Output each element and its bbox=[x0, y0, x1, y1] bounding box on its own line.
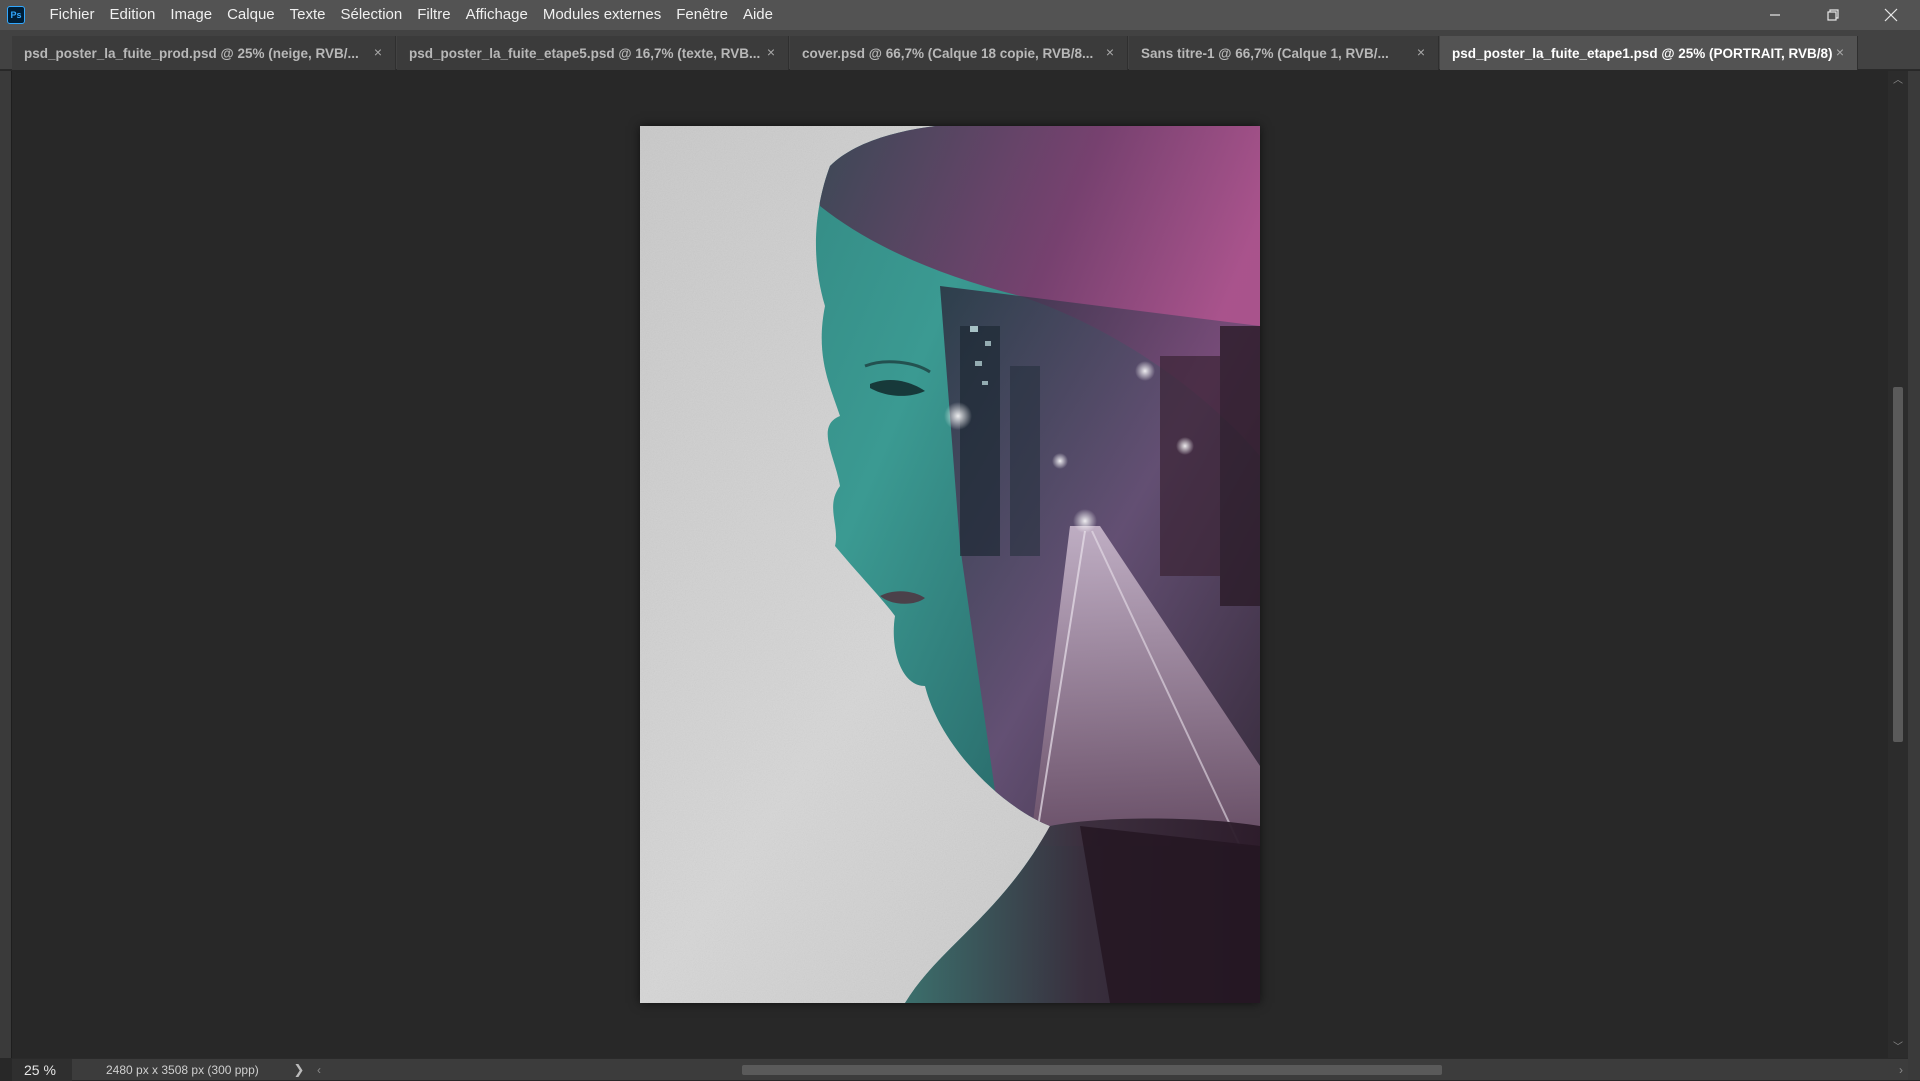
menu-affichage[interactable]: Affichage bbox=[458, 0, 535, 30]
menu-fichier[interactable]: Fichier bbox=[42, 0, 102, 30]
menu-edition[interactable]: Edition bbox=[102, 0, 163, 30]
close-icon bbox=[1884, 8, 1898, 22]
document-canvas[interactable] bbox=[640, 126, 1260, 1003]
vertical-scrollbar[interactable]: ︿ ﹀ bbox=[1888, 71, 1908, 1058]
restore-button[interactable] bbox=[1804, 0, 1862, 30]
menu-calque[interactable]: Calque bbox=[220, 0, 283, 30]
menu-fenetre[interactable]: Fenêtre bbox=[669, 0, 736, 30]
vertical-scroll-thumb[interactable] bbox=[1893, 387, 1903, 742]
document-info: 2480 px x 3508 px (300 ppp) bbox=[106, 1062, 259, 1077]
tab-document-1[interactable]: psd_poster_la_fuite_prod.psd @ 25% (neig… bbox=[12, 36, 396, 70]
tab-close-icon[interactable]: × bbox=[1414, 45, 1428, 59]
document-tab-bar: psd_poster_la_fuite_prod.psd @ 25% (neig… bbox=[0, 30, 1920, 70]
menu-bar: Ps Fichier Edition Image Calque Texte Sé… bbox=[0, 0, 1920, 30]
tab-close-icon[interactable]: × bbox=[1833, 45, 1847, 59]
left-panel-edge bbox=[0, 71, 12, 1058]
portrait-artwork bbox=[640, 126, 1260, 1003]
menu-selection[interactable]: Sélection bbox=[333, 0, 410, 30]
menu-texte[interactable]: Texte bbox=[282, 0, 333, 30]
scroll-right-arrow-icon[interactable]: › bbox=[1894, 1059, 1908, 1081]
scroll-left-arrow-icon[interactable]: ‹ bbox=[312, 1059, 326, 1081]
tab-label: Sans titre-1 @ 66,7% (Calque 1, RVB/... bbox=[1141, 45, 1389, 61]
menu-aide[interactable]: Aide bbox=[735, 0, 780, 30]
minimize-icon bbox=[1770, 14, 1780, 16]
tab-document-4[interactable]: Sans titre-1 @ 66,7% (Calque 1, RVB/... … bbox=[1129, 36, 1439, 70]
scroll-down-arrow-icon[interactable]: ﹀ bbox=[1888, 1040, 1908, 1056]
photoshop-logo-icon[interactable]: Ps bbox=[7, 6, 25, 24]
menu-filtre[interactable]: Filtre bbox=[410, 0, 458, 30]
tab-label: psd_poster_la_fuite_etape5.psd @ 16,7% (… bbox=[409, 45, 761, 61]
horizontal-scroll-thumb[interactable] bbox=[742, 1064, 1442, 1075]
zoom-level-field[interactable]: 25 % bbox=[12, 1058, 72, 1081]
scroll-up-arrow-icon[interactable]: ︿ bbox=[1888, 73, 1908, 89]
status-menu-arrow-icon[interactable]: ❯ bbox=[292, 1062, 306, 1078]
tab-close-icon[interactable]: × bbox=[371, 45, 385, 59]
tab-label: psd_poster_la_fuite_prod.psd @ 25% (neig… bbox=[24, 45, 359, 61]
tab-document-5-active[interactable]: psd_poster_la_fuite_etape1.psd @ 25% (PO… bbox=[1440, 36, 1858, 70]
tab-close-icon[interactable]: × bbox=[764, 45, 778, 59]
close-window-button[interactable] bbox=[1862, 0, 1920, 30]
horizontal-scrollbar[interactable]: ‹ › bbox=[312, 1059, 1908, 1081]
tab-label: cover.psd @ 66,7% (Calque 18 copie, RVB/… bbox=[802, 45, 1094, 61]
minimize-button[interactable] bbox=[1746, 0, 1804, 30]
tab-document-3[interactable]: cover.psd @ 66,7% (Calque 18 copie, RVB/… bbox=[790, 36, 1128, 70]
tab-document-2[interactable]: psd_poster_la_fuite_etape5.psd @ 16,7% (… bbox=[397, 36, 789, 70]
status-bar: 25 % 2480 px x 3508 px (300 ppp) ❯ ‹ › bbox=[12, 1058, 1908, 1081]
menu-image[interactable]: Image bbox=[163, 0, 220, 30]
right-panel-edge bbox=[1908, 71, 1920, 1080]
tab-label: psd_poster_la_fuite_etape1.psd @ 25% (PO… bbox=[1452, 45, 1833, 61]
tab-close-icon[interactable]: × bbox=[1103, 45, 1117, 59]
window-controls bbox=[1746, 0, 1920, 30]
menu-modules-externes[interactable]: Modules externes bbox=[535, 0, 668, 30]
restore-icon bbox=[1827, 9, 1839, 21]
